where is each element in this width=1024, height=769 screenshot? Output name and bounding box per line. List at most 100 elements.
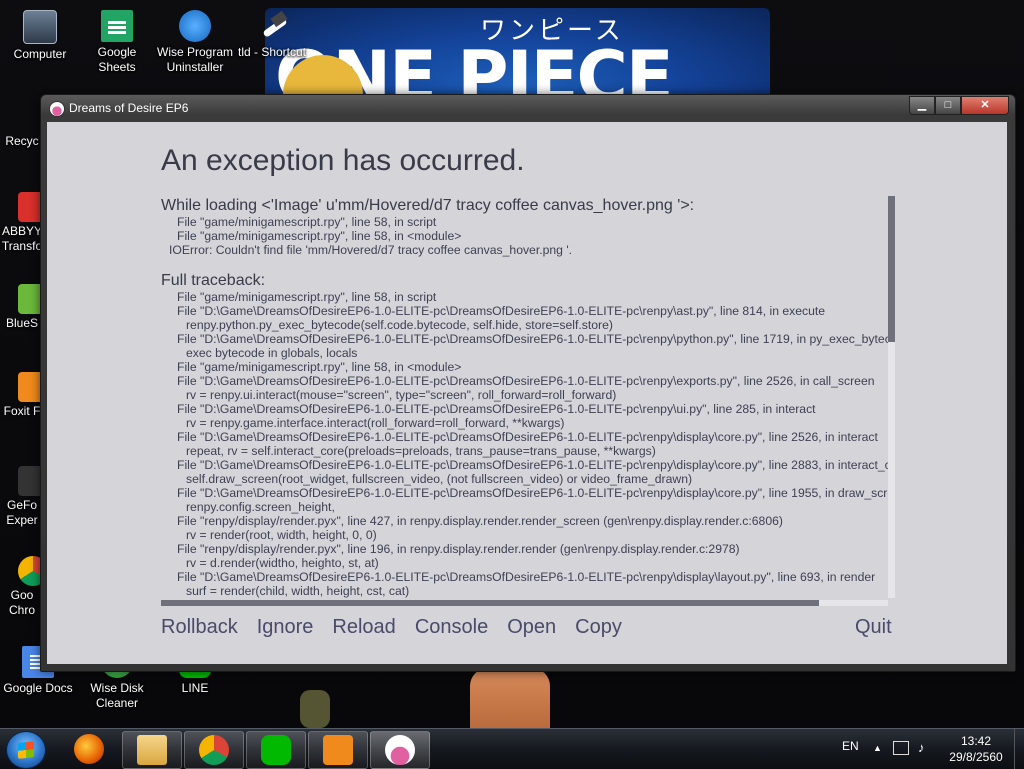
desktop-icon-google-sheets[interactable]: Google Sheets: [79, 10, 155, 75]
minimize-button[interactable]: ▁: [909, 96, 935, 115]
horizontal-scrollbar-thumb[interactable]: [161, 600, 819, 606]
desktop-icon-label: Chro: [8, 603, 35, 617]
ignore-button[interactable]: Ignore: [257, 616, 314, 639]
wallpaper-figure-small: [300, 690, 330, 728]
desktop-icon-label: Foxit F: [3, 404, 41, 418]
open-button[interactable]: Open: [507, 616, 556, 639]
desktop-icon-chrome[interactable]: Goo Chro: [0, 556, 44, 618]
traceback-line: File "renpy/display/render.pyx", line 19…: [177, 542, 740, 556]
desktop-icon-tld-shortcut[interactable]: tld - Shortcut: [234, 10, 310, 60]
firefox-icon: [74, 734, 104, 764]
traceback-line: renpy.python.py_exec_bytecode(self.code.…: [186, 318, 613, 332]
system-clock[interactable]: 13:42 29/8/2560: [946, 733, 1006, 765]
start-button[interactable]: [6, 731, 46, 769]
taskbar-firefox[interactable]: [60, 731, 118, 767]
traceback-line: File "D:\Game\DreamsOfDesireEP6-1.0-ELIT…: [177, 332, 895, 346]
renpy-icon: [385, 735, 415, 765]
desktop-icon-label: ABBYY: [1, 224, 43, 238]
copy-button[interactable]: Copy: [575, 616, 622, 639]
quit-button[interactable]: Quit: [855, 616, 892, 639]
error-message: IOError: Couldn't find file 'mm/Hovered/…: [169, 243, 573, 257]
desktop-icon-bluestacks[interactable]: BlueS: [0, 284, 44, 331]
traceback-line: File "renpy/display/render.pyx", line 42…: [177, 514, 783, 528]
file-explorer-icon: [137, 735, 167, 765]
sheets-icon: [101, 10, 133, 42]
while-loading-header: While loading <'Image' u'mm/Hovered/d7 t…: [161, 197, 695, 214]
action-bar: Rollback Ignore Reload Console Open Copy: [161, 616, 622, 639]
desktop-icon-label: Wise Disk Cleaner: [90, 681, 144, 710]
taskbar-renpy-game[interactable]: [370, 731, 430, 769]
chrome-icon: [199, 735, 229, 765]
desktop-icon-foxit[interactable]: Foxit F: [0, 372, 44, 419]
traceback-line: rv = renpy.ui.interact(mouse="screen", t…: [186, 388, 617, 402]
rollback-button[interactable]: Rollback: [161, 616, 238, 639]
vertical-scrollbar-thumb[interactable]: [888, 196, 895, 342]
foxit-pdf-icon: [323, 735, 353, 765]
traceback-line: exec bytecode in globals, locals: [186, 346, 358, 360]
error-screen: An exception has occurred. While loading…: [47, 122, 1007, 664]
window-controls: ▁ □ ✕: [909, 96, 1009, 115]
close-button[interactable]: ✕: [961, 96, 1009, 115]
desktop-icon-wise-uninstaller[interactable]: Wise Program Uninstaller: [157, 10, 233, 75]
traceback-line: File "D:\Game\DreamsOfDesireEP6-1.0-ELIT…: [177, 402, 816, 416]
desktop-icon-label: LINE: [181, 681, 209, 695]
computer-icon: [23, 10, 57, 44]
reload-button[interactable]: Reload: [332, 616, 395, 639]
show-desktop-button[interactable]: [1014, 729, 1024, 769]
shortcut-icon: [256, 10, 288, 42]
desktop-icon-label: Google Docs: [3, 681, 73, 695]
desktop-icon-recycle-bin[interactable]: Recyc: [0, 134, 44, 149]
renpy-error-window: Dreams of Desire EP6 ▁ □ ✕ An exception …: [40, 94, 1016, 672]
desktop-icon-label: Wise Program Uninstaller: [157, 45, 234, 74]
taskbar-chrome[interactable]: [184, 731, 244, 769]
traceback-line: File "game/minigamescript.rpy", line 58,…: [177, 215, 437, 229]
traceback-line: self.draw_screen(root_widget, fullscreen…: [186, 472, 693, 486]
maximize-button[interactable]: □: [935, 96, 961, 115]
taskbar-foxit-pdf[interactable]: [308, 731, 368, 769]
show-hidden-icons-icon[interactable]: ▲: [873, 743, 882, 753]
clock-date: 29/8/2560: [949, 750, 1003, 764]
wallpaper-figure: [470, 668, 550, 728]
desktop-icon-computer[interactable]: Computer: [2, 10, 78, 62]
console-button[interactable]: Console: [415, 616, 488, 639]
full-traceback-header: Full traceback:: [161, 272, 266, 289]
desktop-icon-label: Recyc: [5, 134, 39, 148]
line-icon: [261, 735, 291, 765]
desktop-icon-label: Computer: [13, 47, 67, 61]
clock-time: 13:42: [960, 734, 992, 748]
renpy-app-icon: [49, 101, 65, 117]
traceback-line: File "D:\Game\DreamsOfDesireEP6-1.0-ELIT…: [177, 570, 876, 584]
desktop-icon-abbyy[interactable]: ABBYY Transfo: [0, 192, 44, 254]
traceback-line: File "D:\Game\DreamsOfDesireEP6-1.0-ELIT…: [177, 458, 895, 472]
traceback-line: File "game/minigamescript.rpy", line 58,…: [177, 229, 462, 243]
taskbar: EN ▲ ♪ 13:42 29/8/2560: [0, 728, 1024, 769]
desktop-icon-label: Google Sheets: [97, 45, 137, 74]
traceback-line: File "D:\Game\DreamsOfDesireEP6-1.0-ELIT…: [177, 304, 826, 318]
traceback-line: renpy.config.screen_height,: [186, 500, 335, 514]
traceback-line: rv = render(root, width, height, 0, 0): [186, 528, 377, 542]
window-title: Dreams of Desire EP6: [69, 101, 189, 115]
full-traceback-list: File "game/minigamescript.rpy", line 58,…: [161, 290, 895, 598]
desktop-icon-label: GeFo: [6, 498, 37, 512]
desktop-icon-label: Exper: [6, 513, 38, 527]
desktop-icon-geforce[interactable]: GeFo Exper: [0, 466, 44, 528]
traceback-scroll-area[interactable]: While loading <'Image' u'mm/Hovered/d7 t…: [161, 196, 895, 599]
traceback-line: File "game/minigamescript.rpy", line 58,…: [177, 290, 437, 304]
traceback-line: rv = renpy.game.interface.interact(roll_…: [186, 416, 565, 430]
network-icon[interactable]: [893, 741, 909, 755]
window-titlebar[interactable]: Dreams of Desire EP6 ▁ □ ✕: [41, 95, 1015, 121]
traceback-line: File "D:\Game\DreamsOfDesireEP6-1.0-ELIT…: [177, 374, 875, 388]
wise-uninstaller-icon: [179, 10, 211, 42]
traceback-line: surf = render(child, width, height, cst,…: [186, 584, 410, 598]
desktop-icon-label: BlueS: [5, 316, 39, 330]
taskbar-line[interactable]: [246, 731, 306, 769]
volume-icon[interactable]: ♪: [918, 740, 925, 755]
language-indicator[interactable]: EN: [842, 739, 859, 753]
traceback-line: File "game/minigamescript.rpy", line 58,…: [177, 360, 462, 374]
windows-logo-icon: [18, 741, 34, 759]
taskbar-file-explorer[interactable]: [122, 731, 182, 769]
traceback-line: File "D:\Game\DreamsOfDesireEP6-1.0-ELIT…: [177, 486, 895, 500]
exception-heading: An exception has occurred.: [161, 144, 525, 177]
desktop-icon-label: Goo: [10, 588, 34, 602]
desktop-icon-label: Transfo: [1, 239, 43, 253]
